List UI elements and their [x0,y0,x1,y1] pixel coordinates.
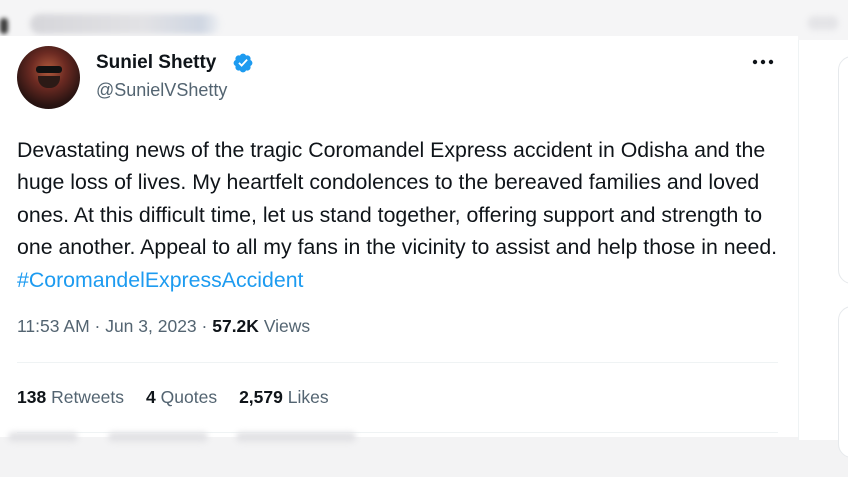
quotes-stat[interactable]: 4 Quotes [146,387,217,407]
blurred-action [236,432,356,442]
tweet-date[interactable]: Jun 3, 2023 [105,316,196,336]
sidebar-card [838,56,848,284]
author-display-name[interactable]: Suniel Shetty [96,52,216,74]
verified-badge-icon [233,53,253,73]
likes-stat[interactable]: 2,579 Likes [239,387,329,407]
views-count: 57.2K [212,316,259,336]
likes-label: Likes [287,387,329,407]
quotes-count: 4 [146,387,156,407]
quotes-label: Quotes [160,387,218,407]
avatar-glasses-detail [36,66,62,73]
likes-count: 2,579 [239,387,283,407]
retweets-label: Retweets [51,387,125,407]
tweet-text: Devastating news of the tragic Coromande… [17,138,778,260]
divider [17,362,778,363]
author-handle[interactable]: @SunielVShetty [96,80,227,101]
blurred-header-action [808,16,838,30]
more-options-icon[interactable] [750,52,776,72]
tweet-body: Devastating news of the tragic Coromande… [17,134,792,296]
hashtag-link[interactable]: #CoromandelExpressAccident [17,268,303,292]
blurred-action [8,432,78,442]
retweets-count: 138 [17,387,47,407]
blurred-header-title [30,14,220,34]
retweets-stat[interactable]: 138 Retweets [17,387,124,407]
tweet-metadata: 11:53 AM · Jun 3, 2023 · 57.2K Views [17,316,311,336]
sidebar-card-secondary [838,306,848,458]
tweet-time[interactable]: 11:53 AM [17,316,90,336]
author-avatar[interactable] [17,46,80,109]
column-divider [798,40,799,440]
blurred-back-arrow [0,18,8,34]
engagement-stats: 138 Retweets 4 Quotes 2,579 Likes [17,387,351,408]
blurred-action [108,432,208,442]
views-label: Views [263,316,311,336]
avatar-beard-detail [38,76,60,88]
